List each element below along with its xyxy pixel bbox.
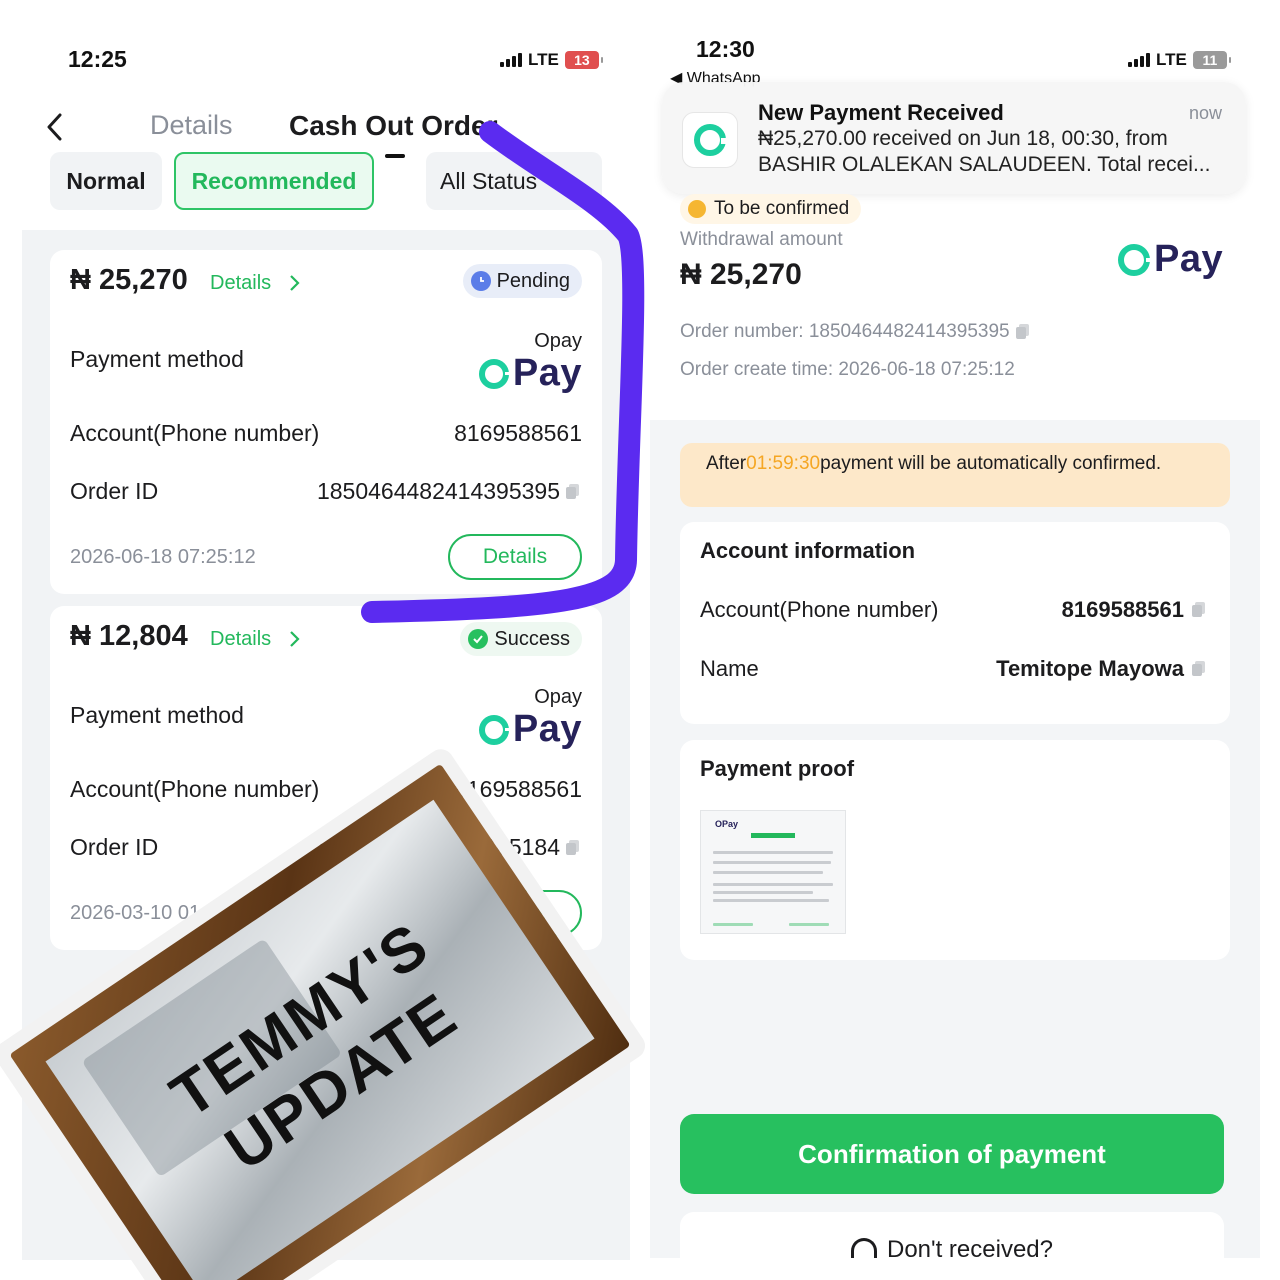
status-badge: To be confirmed xyxy=(680,194,862,224)
withdrawal-label: Withdrawal amount xyxy=(680,229,843,250)
opay-logo-icon: Pay xyxy=(1118,238,1223,281)
status-time: 12:25 xyxy=(68,46,127,72)
order-details-link[interactable]: Details xyxy=(210,628,271,651)
copy-icon[interactable] xyxy=(1192,661,1206,677)
order-id-value: 1850464482414395395 xyxy=(316,478,560,504)
status-label: Success xyxy=(494,627,570,650)
status-badge: Pending xyxy=(462,264,582,298)
filter-all-status[interactable]: All Status xyxy=(426,152,602,210)
status-indicators: LTE 11 xyxy=(1128,50,1231,70)
right-screenshot: 12:30 ◀ WhatsApp LTE 11 New Payment Rece… xyxy=(650,0,1260,1258)
name-value: Temitope Mayowa xyxy=(996,656,1184,681)
notification-time: now xyxy=(1188,103,1222,123)
notification-title: New Payment Received xyxy=(758,100,1004,125)
account-label: Account(Phone number) xyxy=(70,420,320,446)
order-id-label: Order ID xyxy=(70,478,159,504)
account-information-card: Account information Account(Phone number… xyxy=(680,522,1230,724)
opay-logo-text: Pay xyxy=(512,352,582,394)
thumb-logo: OPay xyxy=(715,819,739,829)
account-info-title: Account information xyxy=(700,538,916,563)
status-label: Pending xyxy=(496,269,570,292)
auto-confirm-suffix: payment will be automatically confirmed. xyxy=(820,453,1162,474)
copy-icon[interactable] xyxy=(1192,602,1206,618)
headset-icon xyxy=(850,1238,877,1258)
account-value: 8169588561 xyxy=(1061,597,1184,622)
chevron-right-icon xyxy=(290,275,300,291)
order-date: 2026-03-10 01 xyxy=(70,902,201,924)
signal-icon xyxy=(1128,53,1150,67)
order-amount: ₦ 12,804 xyxy=(70,620,188,652)
active-tab-indicator xyxy=(385,154,405,158)
copy-icon[interactable] xyxy=(566,839,580,856)
order-id-label: Order ID xyxy=(70,834,159,860)
opay-logo-text: Pay xyxy=(512,708,582,750)
pending-dots-icon xyxy=(688,200,706,218)
order-number: Order number: 1850464482414395395 xyxy=(680,321,1010,342)
filter-recommended[interactable]: Recommended xyxy=(174,152,374,210)
dont-received-card[interactable]: Don't received? xyxy=(680,1212,1224,1258)
order-number-row: Order number: 1850464482414395395 xyxy=(680,321,1030,343)
opay-logo-icon: Pay xyxy=(478,352,582,395)
payment-proof-card: Payment proof OPay xyxy=(680,740,1230,960)
check-icon xyxy=(468,629,489,649)
status-badge: Success xyxy=(460,622,582,656)
tab-cash-out-order[interactable]: Cash Out Order xyxy=(289,110,497,142)
battery-icon: 11 xyxy=(1192,51,1231,69)
details-button[interactable]: Details xyxy=(448,534,582,580)
countdown-timer: 01:59:30 xyxy=(746,453,821,474)
signal-icon xyxy=(500,53,522,67)
payment-method-label: Payment method xyxy=(70,346,244,372)
order-create-time: Order create time: 2026-06-18 07:25:12 xyxy=(680,359,1015,380)
back-arrow-icon[interactable] xyxy=(44,112,66,142)
copy-icon[interactable] xyxy=(1015,324,1030,340)
status-time: 12:30 xyxy=(696,36,755,62)
notification-body: ₦25,270.00 received on Jun 18, 00:30, fr… xyxy=(758,127,1211,176)
withdrawal-amount: ₦ 25,270 xyxy=(680,258,802,291)
account-value-row: 8169588561 xyxy=(1062,597,1206,623)
name-value-row: Temitope Mayowa xyxy=(996,656,1206,682)
order-date: 2026-06-18 07:25:12 xyxy=(70,546,256,568)
opay-app-icon xyxy=(682,112,738,168)
tab-details[interactable]: Details xyxy=(150,110,233,141)
auto-confirm-prefix: After xyxy=(706,453,747,474)
payment-method-label: Payment method xyxy=(70,702,244,728)
network-label: LTE xyxy=(528,50,559,69)
auto-confirm-banner: After01:59:30payment will be automatical… xyxy=(680,443,1230,507)
status-indicators: LTE 13 xyxy=(500,50,603,70)
opay-logo-icon: Pay xyxy=(478,708,582,751)
dont-received-row[interactable]: Don't received? xyxy=(680,1236,1224,1258)
battery-icon: 13 xyxy=(564,51,603,69)
network-label: LTE xyxy=(1156,50,1187,69)
push-notification[interactable]: New Payment Received now ₦25,270.00 rece… xyxy=(662,82,1246,194)
filter-normal[interactable]: Normal xyxy=(50,152,162,210)
name-label: Name xyxy=(700,656,759,681)
copy-icon[interactable] xyxy=(566,483,580,500)
order-card[interactable]: ₦ 25,270 Details Pending Payment method … xyxy=(50,250,602,594)
order-details-link[interactable]: Details xyxy=(210,272,271,295)
dont-received-label: Don't received? xyxy=(886,1236,1053,1258)
order-id-row: 1850464482414395395 xyxy=(317,478,580,505)
payment-proof-thumbnail[interactable]: OPay xyxy=(700,810,846,934)
chevron-right-icon xyxy=(290,631,300,647)
payment-method-name: Opay xyxy=(534,686,582,708)
account-value: 8169588561 xyxy=(454,776,582,802)
opay-logo-text: Pay xyxy=(1154,238,1224,280)
clock-icon xyxy=(470,271,491,291)
status-label: To be confirmed xyxy=(714,198,850,219)
confirm-payment-button[interactable]: Confirmation of payment xyxy=(680,1114,1224,1194)
payment-proof-title: Payment proof xyxy=(700,756,855,781)
payment-method-name: Opay xyxy=(534,330,582,352)
account-label: Account(Phone number) xyxy=(700,597,939,622)
account-value: 8169588561 xyxy=(454,420,582,446)
order-amount: ₦ 25,270 xyxy=(70,264,188,296)
account-label: Account(Phone number) xyxy=(70,776,320,802)
